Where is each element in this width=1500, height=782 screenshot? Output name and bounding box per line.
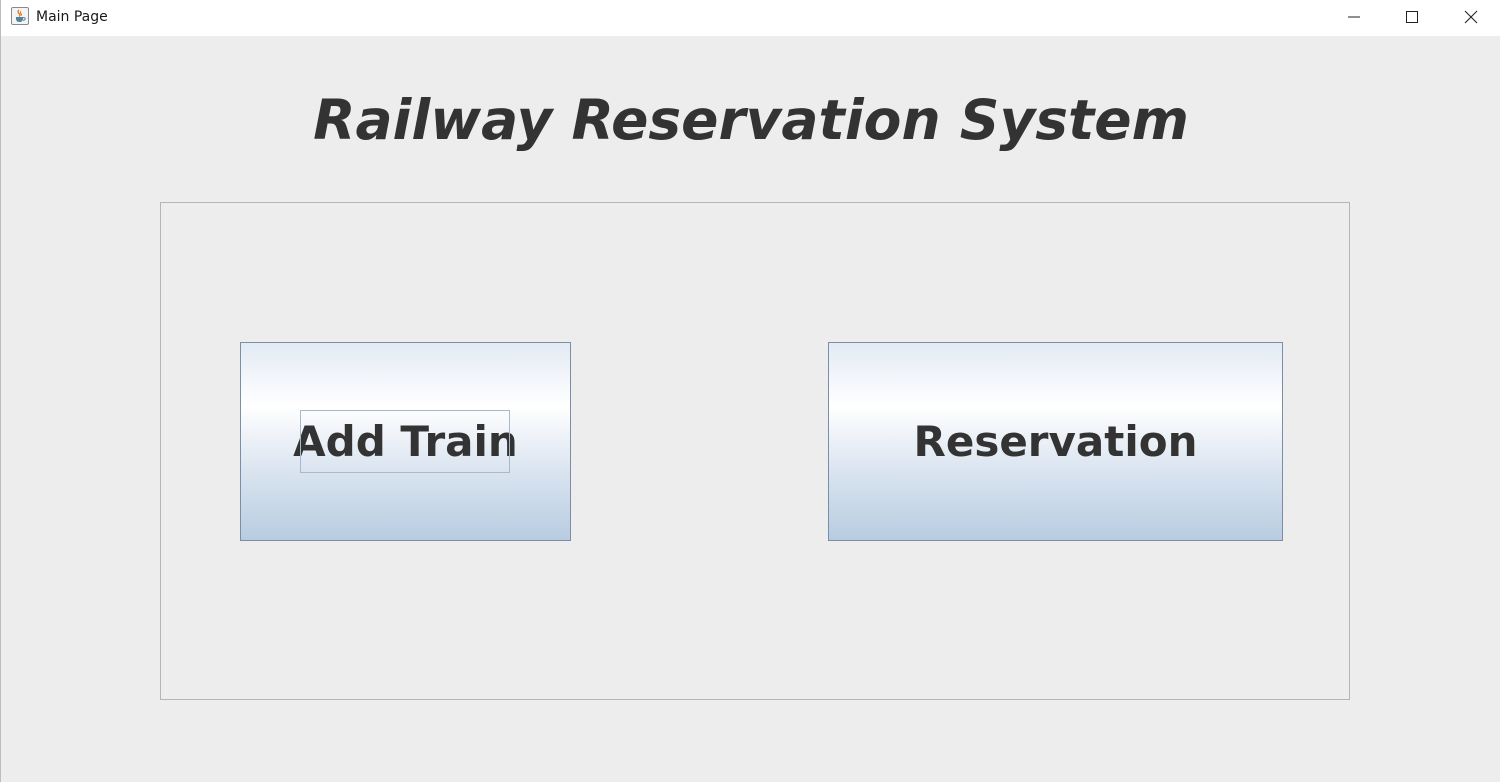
maximize-icon — [1406, 11, 1418, 23]
add-train-label: Add Train — [293, 417, 518, 466]
app-window: Main Page Railway Reservation System Add… — [0, 0, 1500, 782]
reservation-label: Reservation — [913, 417, 1198, 466]
minimize-icon — [1348, 11, 1360, 23]
close-button[interactable] — [1442, 0, 1500, 34]
reservation-button[interactable]: Reservation — [828, 342, 1283, 541]
title-bar[interactable]: Main Page — [1, 0, 1500, 36]
close-icon — [1464, 10, 1478, 24]
maximize-button[interactable] — [1383, 0, 1441, 34]
java-app-icon — [11, 7, 29, 25]
add-train-button[interactable]: Add Train — [240, 342, 571, 541]
page-title: Railway Reservation System — [313, 88, 1189, 152]
minimize-button[interactable] — [1325, 0, 1383, 34]
window-title: Main Page — [36, 9, 108, 25]
